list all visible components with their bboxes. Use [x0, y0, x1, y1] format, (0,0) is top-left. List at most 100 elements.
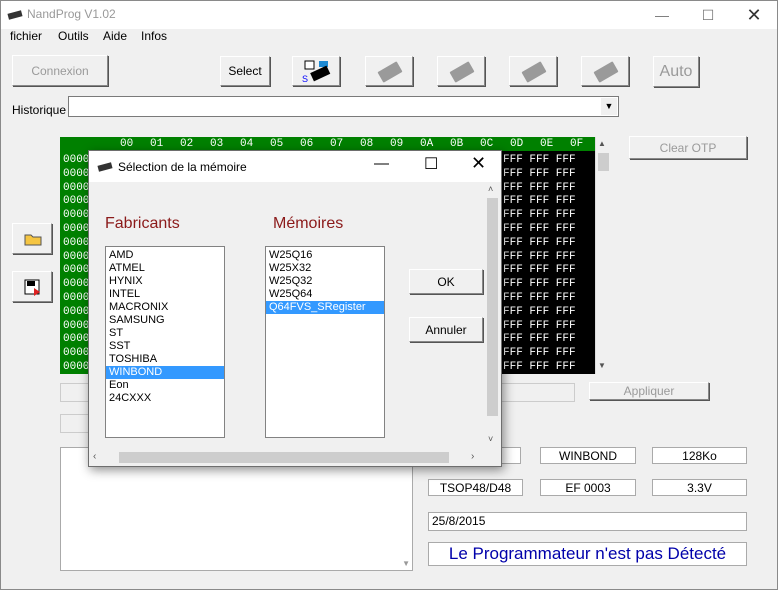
- chip-app-icon: [7, 10, 23, 20]
- select-button[interactable]: Select: [220, 56, 270, 86]
- list-item[interactable]: W25Q64: [266, 288, 384, 301]
- hex-cells: FFF FFF FFF: [503, 167, 576, 180]
- hex-cells: FFF FFF FFF: [503, 319, 576, 332]
- hex-address: 0000: [63, 167, 90, 180]
- list-item[interactable]: HYNIX: [106, 275, 224, 288]
- erase-chip-button[interactable]: [509, 56, 557, 86]
- hex-col-label: 0B: [450, 138, 464, 150]
- fabricants-list[interactable]: AMD ATMEL HYNIX INTEL MACRONIX SAMSUNG S…: [105, 246, 225, 438]
- list-item[interactable]: W25Q16: [266, 249, 384, 262]
- hex-col-label: 04: [240, 138, 254, 150]
- historique-label: Historique: [12, 103, 67, 117]
- connexion-button[interactable]: Connexion: [12, 55, 108, 86]
- voltage-field: 3.3V: [652, 479, 747, 496]
- dialog-maximize-button[interactable]: ☐: [424, 154, 438, 174]
- hex-cells: FFF FFF FFF: [503, 292, 576, 304]
- list-item[interactable]: TOSHIBA: [106, 353, 224, 366]
- list-item-selected[interactable]: Q64FVS_SRegister: [266, 301, 384, 314]
- hex-cells: FFF FFF FFF: [503, 278, 576, 291]
- historique-combo[interactable]: ▼: [68, 96, 619, 117]
- menu-fichier[interactable]: fichier: [10, 29, 42, 43]
- chevron-down-icon[interactable]: ▼: [601, 98, 617, 115]
- hex-address: 0000: [63, 347, 90, 360]
- dialog-title: Sélection de la mémoire: [118, 160, 247, 174]
- hex-cells: FFF FFF FFF: [503, 195, 576, 208]
- dialog-close-button[interactable]: ✕: [471, 153, 486, 174]
- hex-address: 0000: [63, 181, 90, 194]
- auto-button[interactable]: Auto: [653, 56, 699, 87]
- hex-cells: FFF FFF FFF: [503, 223, 576, 235]
- memoires-label: Mémoires: [273, 215, 344, 232]
- hex-cells: FFF FFF FFF: [503, 361, 576, 373]
- hex-col-label: 06: [300, 138, 314, 150]
- hex-address: 0000: [63, 319, 90, 332]
- list-item[interactable]: W25Q32: [266, 275, 384, 288]
- app-title: NandProg V1.02: [27, 7, 116, 21]
- menu-infos[interactable]: Infos: [141, 29, 167, 43]
- list-item[interactable]: SST: [106, 340, 224, 353]
- date-field[interactable]: 25/8/2015: [428, 512, 747, 531]
- save-file-button[interactable]: [12, 271, 52, 302]
- hex-address: 0000: [63, 250, 90, 263]
- hex-col-label: 08: [360, 138, 374, 150]
- dialog-title-bar: Sélection de la mémoire — ☐ ✕: [89, 151, 501, 182]
- hex-col-label: 00: [120, 138, 134, 150]
- dialog-minimize-button[interactable]: —: [374, 155, 389, 172]
- scroll-down-icon[interactable]: ▼: [402, 559, 410, 568]
- hex-cells: FFF FFF FFF: [503, 209, 576, 222]
- list-item[interactable]: 24CXXX: [106, 392, 224, 405]
- chip-id-field: EF 0003: [540, 479, 636, 496]
- scroll-up-icon[interactable]: ˄: [488, 184, 493, 194]
- scroll-thumb[interactable]: [119, 452, 449, 463]
- dialog-hscroll[interactable]: ‹ ›: [89, 450, 485, 465]
- scroll-thumb[interactable]: [598, 153, 609, 171]
- chip-icon: [377, 61, 403, 83]
- list-item[interactable]: MACRONIX: [106, 301, 224, 314]
- scroll-left-icon[interactable]: ‹: [93, 451, 96, 462]
- hex-col-label: 0C: [480, 138, 494, 150]
- scroll-up-icon[interactable]: ▲: [598, 139, 606, 148]
- offset-field[interactable]: [501, 383, 575, 402]
- hex-col-label: 05: [270, 138, 284, 150]
- memoires-list[interactable]: W25Q16 W25X32 W25Q32 W25Q64 Q64FVS_SRegi…: [265, 246, 385, 438]
- list-item[interactable]: Eon: [106, 379, 224, 392]
- maximize-button[interactable]: ☐: [685, 1, 731, 29]
- scroll-down-icon[interactable]: ▼: [598, 361, 606, 370]
- scroll-down-icon[interactable]: ˅: [488, 434, 493, 444]
- hex-cells: FFF FFF FFF: [503, 154, 576, 166]
- hex-col-label: 0E: [540, 138, 554, 150]
- annuler-button[interactable]: Annuler: [409, 317, 483, 342]
- manufacturer-field: WINBOND: [540, 447, 636, 464]
- hex-col-label: 07: [330, 138, 344, 150]
- list-item[interactable]: W25X32: [266, 262, 384, 275]
- menu-aide[interactable]: Aide: [103, 29, 127, 43]
- list-item[interactable]: ATMEL: [106, 262, 224, 275]
- package-field: TSOP48/D48: [428, 479, 523, 496]
- list-item[interactable]: AMD: [106, 249, 224, 262]
- chip-icon: [449, 61, 475, 83]
- hex-cells: FFF FFF FFF: [503, 264, 576, 277]
- list-item[interactable]: SAMSUNG: [106, 314, 224, 327]
- list-item[interactable]: ST: [106, 327, 224, 340]
- list-item-selected[interactable]: WINBOND: [106, 366, 224, 379]
- open-file-button[interactable]: [12, 223, 52, 254]
- menu-outils[interactable]: Outils: [58, 29, 89, 43]
- clear-otp-button[interactable]: Clear OTP: [629, 136, 747, 159]
- hex-address: 0000: [63, 209, 90, 222]
- verify-chip-button[interactable]: [581, 56, 629, 86]
- chip-select-icon: S: [302, 60, 331, 84]
- write-chip-button[interactable]: [437, 56, 485, 86]
- hex-address: 0000: [63, 264, 90, 277]
- hex-address: 0000: [63, 333, 90, 346]
- ok-button[interactable]: OK: [409, 269, 483, 294]
- select-chip-button[interactable]: S: [292, 56, 340, 86]
- dialog-vscroll[interactable]: ˄ ˅: [485, 182, 500, 450]
- scroll-right-icon[interactable]: ›: [471, 451, 474, 462]
- minimize-button[interactable]: —: [639, 1, 685, 29]
- hex-scrollbar[interactable]: ▲ ▼: [595, 137, 611, 374]
- appliquer-button[interactable]: Appliquer: [589, 382, 709, 400]
- close-button[interactable]: ✕: [731, 1, 777, 29]
- read-chip-button[interactable]: [365, 56, 413, 86]
- list-item[interactable]: INTEL: [106, 288, 224, 301]
- scroll-thumb[interactable]: [487, 198, 498, 416]
